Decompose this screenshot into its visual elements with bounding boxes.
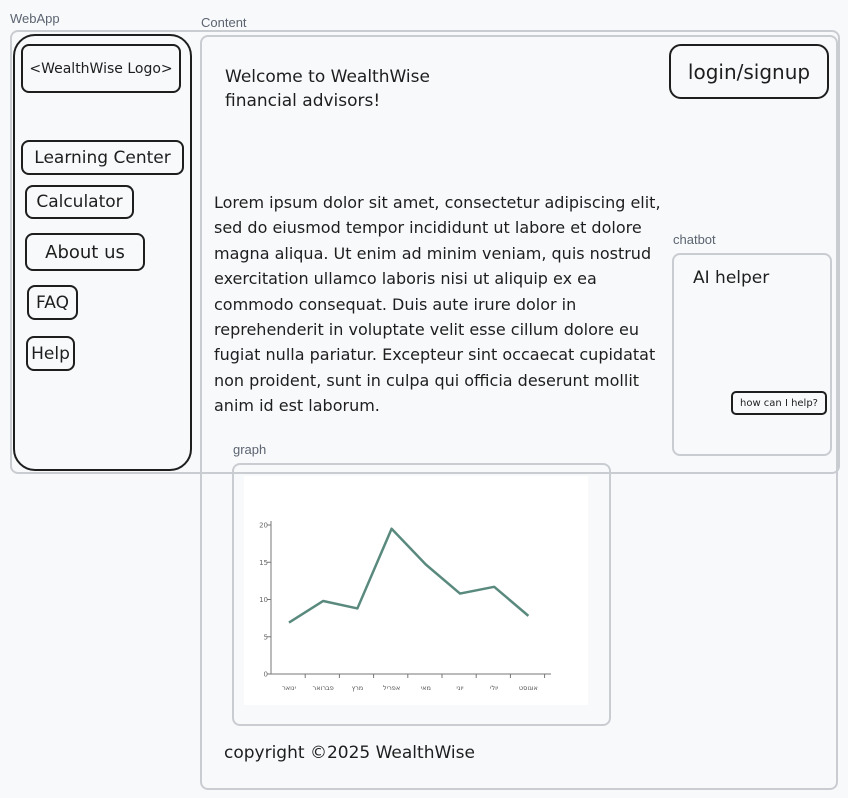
chart-background xyxy=(244,476,588,705)
chatbot-frame-label: chatbot xyxy=(673,232,716,247)
line-chart: 0 5 10 15 20 ינואר פברואר מרץ אפריל מאי יוני יולי או… xyxy=(244,476,588,705)
x-tick-label: אפריל xyxy=(383,684,400,692)
x-tick-label: מרץ xyxy=(352,684,364,692)
nav-help[interactable]: Help xyxy=(26,336,75,371)
nav-calculator[interactable]: Calculator xyxy=(25,185,134,219)
login-signup-button[interactable]: login/signup xyxy=(669,44,829,99)
y-tick-label: 20 xyxy=(259,522,268,530)
webapp-frame-label: WebApp xyxy=(10,11,60,26)
footer-copyright: copyright ©2025 WealthWise xyxy=(224,743,475,763)
nav-about-us[interactable]: About us xyxy=(25,233,145,271)
logo-placeholder: <WealthWise Logo> xyxy=(21,44,181,93)
x-tick-label: ינואר xyxy=(282,684,296,692)
x-tick-label: אוגוסט xyxy=(519,684,538,692)
y-tick-label: 15 xyxy=(259,559,268,567)
x-tick-label: יולי xyxy=(490,684,499,692)
y-tick-label: 10 xyxy=(259,596,268,604)
chatbot-title: AI helper xyxy=(693,268,770,288)
graph-frame-label: graph xyxy=(233,442,267,457)
chatbot-help-button[interactable]: how can I help? xyxy=(731,391,827,415)
body-text: Lorem ipsum dolor sit amet, consectetur … xyxy=(214,193,661,416)
welcome-line-1: Welcome to WealthWise xyxy=(225,67,430,87)
x-tick-label: פברואר xyxy=(313,684,334,692)
content-frame-label: Content xyxy=(201,15,247,30)
nav-faq[interactable]: FAQ xyxy=(27,285,78,320)
x-tick-label: יוני xyxy=(456,684,464,692)
welcome-line-2: financial advisors! xyxy=(225,91,381,111)
x-tick-label: מאי xyxy=(421,684,431,692)
nav-learning-center[interactable]: Learning Center xyxy=(21,140,184,175)
y-tick-label: 5 xyxy=(264,633,268,641)
y-tick-label: 0 xyxy=(264,671,268,679)
welcome-heading: Welcome to WealthWise financial advisors… xyxy=(225,65,430,113)
